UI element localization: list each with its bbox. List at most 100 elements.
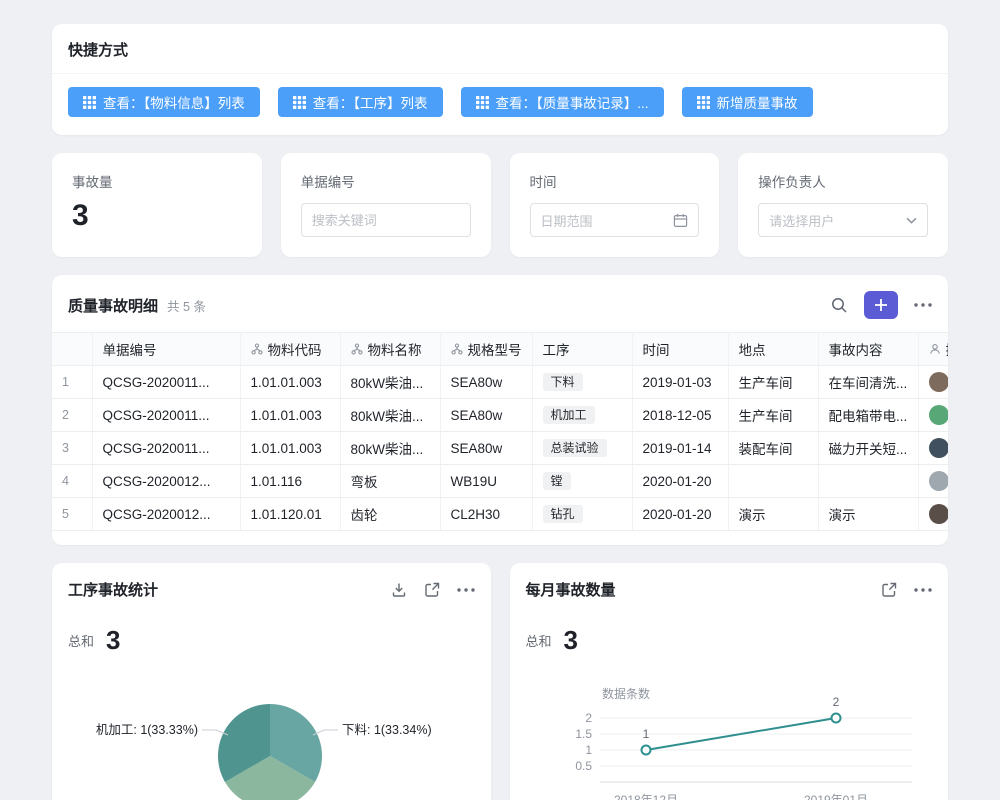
col-process: 工序	[532, 333, 632, 366]
table-row[interactable]: 2 QCSG-2020011... 1.01.01.003 80kW柴油... …	[52, 399, 948, 432]
chevron-down-icon	[906, 217, 917, 224]
more-icon	[457, 588, 475, 592]
cell-operator	[918, 498, 948, 531]
add-record-button[interactable]	[864, 291, 898, 319]
avatar	[929, 471, 949, 491]
date-range-picker[interactable]: 日期范围	[530, 203, 700, 237]
pie-label-xialiao: 下料: 1(33.34%)	[342, 723, 432, 737]
y-tick: 1.5	[575, 727, 592, 741]
avatar	[929, 405, 949, 425]
chart-more-button[interactable]	[914, 588, 932, 592]
chart-more-button[interactable]	[457, 588, 475, 592]
cell-place	[728, 465, 818, 498]
shortcut-button-process-list[interactable]: 查看：【工序】列表	[278, 87, 443, 117]
grid-icon	[293, 96, 306, 109]
col-label: 地点	[739, 339, 766, 359]
download-icon	[391, 582, 407, 598]
x-tick: 2019年01月	[803, 793, 867, 800]
cell-place: 演示	[728, 498, 818, 531]
table-header-bar: 质量事故明细 共 5 条	[52, 275, 948, 332]
table-row[interactable]: 1 QCSG-2020011... 1.01.01.003 80kW柴油... …	[52, 366, 948, 399]
data-point[interactable]	[641, 746, 650, 755]
cell-doc: QCSG-2020012...	[92, 498, 240, 531]
cell-process: 下料	[532, 366, 632, 399]
monthly-count-card: 每月事故数量 总和 3 数据条数	[510, 563, 949, 800]
cell-place: 生产车间	[728, 399, 818, 432]
cell-code: 1.01.01.003	[240, 432, 340, 465]
col-content: 事故内容	[818, 333, 918, 366]
total-label: 总和	[526, 631, 552, 650]
cell-content	[818, 465, 918, 498]
cell-code: 1.01.120.01	[240, 498, 340, 531]
row-index: 5	[52, 498, 92, 531]
total-label: 总和	[68, 631, 94, 650]
grid-icon	[476, 96, 489, 109]
open-window-button[interactable]	[881, 582, 897, 598]
operator-placeholder: 请选择用户	[769, 211, 834, 230]
col-material-name: 物料名称	[340, 333, 440, 366]
shortcut-button-label: 新增质量事故	[717, 92, 798, 112]
operator-filter-card: 操作负责人 请选择用户	[738, 153, 948, 257]
open-window-button[interactable]	[424, 582, 440, 598]
doc-search-input[interactable]	[312, 213, 460, 228]
row-index: 2	[52, 399, 92, 432]
shortcut-button-new-accident[interactable]: 新增质量事故	[682, 87, 813, 117]
col-place: 地点	[728, 333, 818, 366]
total-value: 3	[564, 625, 578, 656]
accident-table: 单据编号 物料代码 物料名称 规格型号 工序 时间 地点 事故内容 操作负责人 …	[52, 332, 948, 531]
open-window-icon	[424, 582, 440, 598]
table-search-button[interactable]	[831, 297, 848, 314]
relation-icon	[351, 343, 363, 355]
process-tag: 总装试验	[543, 439, 607, 457]
col-label: 物料名称	[368, 339, 422, 359]
grid-icon	[83, 96, 96, 109]
col-time: 时间	[632, 333, 728, 366]
plus-icon	[874, 298, 888, 312]
shortcut-button-accident-records[interactable]: 查看：【质量事故记录】...	[461, 87, 664, 117]
doc-search-box[interactable]	[301, 203, 471, 237]
row-index: 4	[52, 465, 92, 498]
table-row[interactable]: 4 QCSG-2020012... 1.01.116 弯板 WB19U 镗 20…	[52, 465, 948, 498]
member-icon	[929, 343, 941, 355]
relation-icon	[451, 343, 463, 355]
y-axis-title: 数据条数	[602, 686, 650, 701]
col-label: 时间	[643, 339, 670, 359]
monthly-chart-total: 总和 3	[510, 624, 949, 656]
table-more-button[interactable]	[914, 303, 932, 307]
cell-process: 总装试验	[532, 432, 632, 465]
table-scroll-area[interactable]: 单据编号 物料代码 物料名称 规格型号 工序 时间 地点 事故内容 操作负责人 …	[52, 332, 948, 545]
cell-content: 在车间清洗...	[818, 366, 918, 399]
table-row[interactable]: 5 QCSG-2020012... 1.01.120.01 齿轮 CL2H30 …	[52, 498, 948, 531]
shortcut-button-material-list[interactable]: 查看：【物料信息】列表	[68, 87, 260, 117]
pie-label-jijiagong: 机加工: 1(33.33%)	[96, 723, 198, 737]
calendar-icon	[673, 213, 688, 228]
monthly-chart-title: 每月事故数量	[526, 579, 616, 600]
download-button[interactable]	[391, 582, 407, 598]
table-row[interactable]: 3 QCSG-2020011... 1.01.01.003 80kW柴油... …	[52, 432, 948, 465]
relation-icon	[251, 343, 263, 355]
table-header-row: 单据编号 物料代码 物料名称 规格型号 工序 时间 地点 事故内容 操作负责人	[52, 333, 948, 366]
y-tick: 1	[585, 743, 592, 757]
monthly-chart-actions	[881, 582, 932, 598]
cell-doc: QCSG-2020012...	[92, 465, 240, 498]
cell-name: 80kW柴油...	[340, 399, 440, 432]
cell-content: 配电箱带电...	[818, 399, 918, 432]
operator-select[interactable]: 请选择用户	[758, 203, 928, 237]
doc-number-label: 单据编号	[301, 171, 471, 191]
col-label: 工序	[543, 339, 570, 359]
col-label: 单据编号	[103, 339, 157, 359]
col-label: 操作负责人	[946, 339, 949, 359]
col-spec-model: 规格型号	[440, 333, 532, 366]
cell-time: 2019-01-03	[632, 366, 728, 399]
process-pie-chart: 机加工: 1(33.33%) 下料: 1(33.34%) 总装试验: 1(33.…	[52, 668, 490, 800]
cell-name: 80kW柴油...	[340, 432, 440, 465]
process-tag: 机加工	[543, 406, 595, 424]
y-tick: 0.5	[575, 759, 592, 773]
dashboard-page: 快捷方式 查看：【物料信息】列表 查看：【工序】列表 查看：【质量事故记录】..…	[0, 0, 1000, 800]
cell-spec: SEA80w	[440, 399, 532, 432]
avatar	[929, 504, 949, 524]
cell-content: 演示	[818, 498, 918, 531]
data-point[interactable]	[831, 714, 840, 723]
row-index: 3	[52, 432, 92, 465]
x-tick: 2018年12月	[613, 793, 677, 800]
